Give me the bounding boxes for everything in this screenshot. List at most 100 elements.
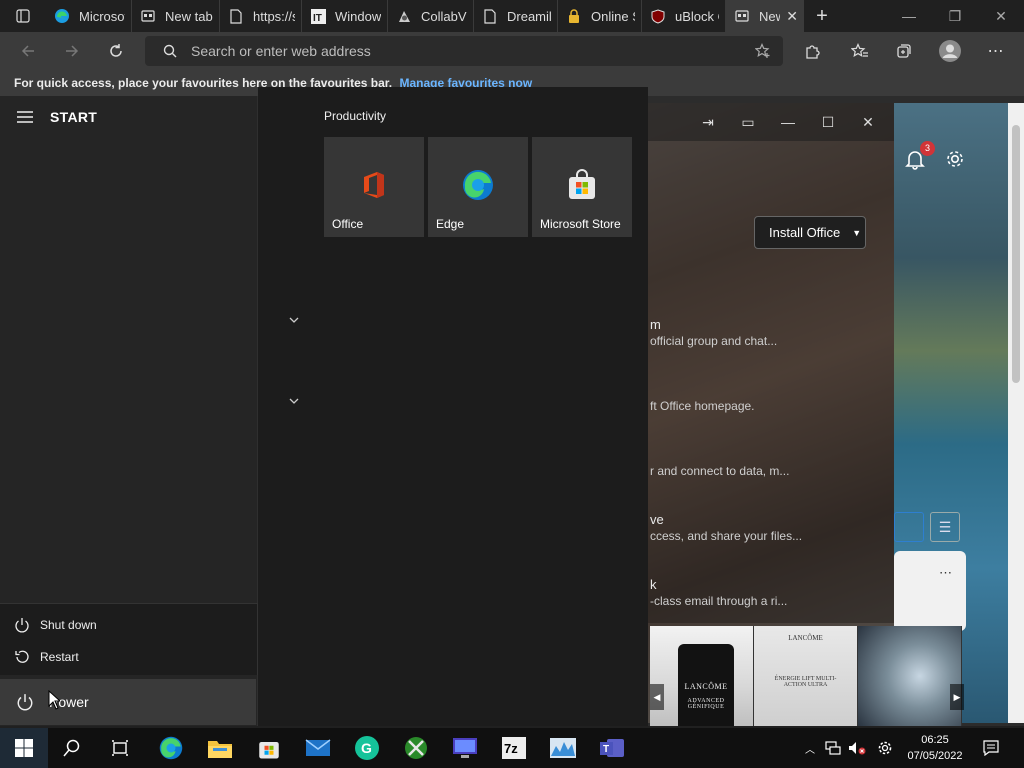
tile-edge[interactable]: Edge — [428, 137, 528, 237]
extensions-button[interactable] — [792, 32, 832, 70]
taskbar-teams[interactable]: T — [588, 728, 636, 768]
list-view-button[interactable]: ☰ — [930, 512, 960, 542]
taskbar-edge[interactable] — [147, 728, 195, 768]
tab-item[interactable]: https://s — [220, 0, 302, 32]
refresh-icon — [110, 44, 122, 57]
power-button[interactable]: Power — [0, 679, 256, 725]
taskbar-search-button[interactable] — [48, 728, 96, 768]
restore-button[interactable]: ❐ — [932, 0, 978, 32]
grid-view-button[interactable] — [894, 512, 924, 542]
new-tab-button[interactable]: + — [804, 0, 840, 32]
taskbar-7zip[interactable]: 7z — [490, 728, 538, 768]
app-title[interactable]: k — [650, 577, 657, 592]
tray-settings-button[interactable] — [874, 728, 896, 768]
forward-button[interactable] — [50, 32, 94, 70]
add-favourite-icon[interactable] — [755, 43, 771, 59]
ad-prev-button[interactable]: ◀ — [650, 684, 664, 710]
advertisement-banner[interactable]: LANCÔME ADVANCED GÉNIFIQUE LANCÔME ÉNERG… — [650, 626, 964, 726]
settings-menu-button[interactable]: ⋯ — [976, 32, 1016, 70]
show-hidden-icons-button[interactable]: ︿ — [800, 728, 820, 768]
network-icon — [825, 741, 841, 755]
restart-option[interactable]: Restart — [14, 643, 79, 671]
tab-item[interactable]: CollabVM — [388, 0, 474, 32]
minimize-button[interactable]: — — [886, 0, 932, 32]
content-card[interactable]: ⋯ — [894, 551, 966, 631]
tab-item-active[interactable]: New ✕ — [726, 0, 804, 32]
volume-muted-icon — [849, 742, 866, 755]
tab-item[interactable]: IT Window — [302, 0, 388, 32]
tab-label: Window — [335, 8, 381, 24]
action-center-button[interactable] — [978, 728, 1004, 768]
taskbar-store[interactable] — [245, 728, 293, 768]
start-button[interactable] — [0, 728, 48, 768]
product-bottle: LANCÔME ADVANCED GÉNIFIQUE — [678, 644, 734, 726]
svg-text:T: T — [603, 744, 609, 755]
tab-item[interactable]: Online S — [558, 0, 642, 32]
office-icon — [364, 172, 384, 198]
tab-item[interactable]: Dreamily — [474, 0, 558, 32]
taskbar-chart-app[interactable] — [539, 728, 587, 768]
tile-microsoft-store[interactable]: Microsoft Store — [532, 137, 632, 237]
tab-item[interactable]: uBlock O — [642, 0, 726, 32]
chevron-down-icon[interactable] — [288, 395, 300, 407]
install-office-button[interactable]: Install Office ▼ — [754, 216, 866, 249]
back-button[interactable] — [6, 32, 50, 70]
power-options-menu: Shut down Restart — [0, 603, 258, 675]
close-window-button[interactable]: ✕ — [978, 0, 1024, 32]
page-scrollbar[interactable] — [1008, 103, 1024, 723]
tile-label: Edge — [436, 217, 465, 231]
collections-button[interactable] — [884, 32, 924, 70]
chevron-up-icon: ︿ — [805, 744, 815, 756]
hamburger-icon[interactable] — [16, 110, 34, 124]
ad-next-button[interactable]: ▶ — [950, 684, 964, 710]
open-panel-icon[interactable]: ⇥ — [688, 114, 728, 131]
tab-label: Online S — [591, 8, 635, 24]
ad-panel[interactable]: LANCÔME ADVANCED GÉNIFIQUE — [650, 626, 754, 726]
taskbar-monitor-app[interactable] — [441, 728, 489, 768]
favourites-button[interactable] — [840, 32, 880, 70]
tab-label: New — [759, 8, 780, 24]
panel-maximize-icon[interactable]: ☐ — [808, 114, 848, 131]
address-bar[interactable]: Search or enter web address — [145, 36, 783, 66]
panel-close-icon[interactable]: ✕ — [848, 114, 888, 131]
tab-label: New tab — [165, 8, 213, 24]
task-view-button[interactable] — [96, 728, 144, 768]
profile-button[interactable] — [930, 32, 970, 70]
volume-button[interactable] — [846, 728, 868, 768]
taskbar-file-explorer[interactable] — [196, 728, 244, 768]
ad-panel[interactable] — [858, 626, 962, 726]
card-more-icon[interactable]: ⋯ — [939, 565, 952, 581]
puzzle-icon — [806, 45, 820, 59]
network-button[interactable] — [822, 728, 844, 768]
tile-label: Microsoft Store — [540, 217, 621, 231]
ad-panel[interactable]: LANCÔME ÉNERGIE LIFT MULTI-ACTION ULTRA — [754, 626, 858, 726]
refresh-button[interactable] — [94, 32, 138, 70]
clock[interactable]: 06:25 07/05/2022 — [902, 732, 968, 764]
panel-minimize-icon[interactable]: — — [768, 114, 808, 130]
ad-product: ÉNERGIE LIFT MULTI-ACTION ULTRA — [774, 676, 837, 688]
shut-down-option[interactable]: Shut down — [14, 611, 97, 639]
tile-group-title[interactable]: Productivity — [324, 109, 386, 123]
tab-label: https://s — [253, 8, 295, 24]
more-icon: ⋯ — [987, 43, 1005, 60]
tile-label: Office — [332, 217, 364, 231]
taskbar-xbox[interactable] — [392, 728, 440, 768]
tab-item[interactable]: Microsof — [46, 0, 132, 32]
taskbar-mail[interactable] — [294, 728, 342, 768]
tab-item[interactable]: New tab — [132, 0, 220, 32]
settings-gear-icon[interactable] — [944, 148, 966, 170]
tab-actions-button[interactable] — [0, 0, 46, 32]
feedback-icon[interactable]: ▭ — [728, 114, 768, 131]
chevron-left-icon: ◀ — [653, 691, 661, 702]
app-desc: r and connect to data, m... — [650, 464, 790, 478]
start-header[interactable]: START — [16, 109, 97, 125]
close-tab-icon[interactable]: ✕ — [780, 8, 798, 25]
chevron-down-icon[interactable] — [288, 314, 300, 326]
app-title[interactable]: ve — [650, 512, 664, 527]
tile-office[interactable]: Office — [324, 137, 424, 237]
tab-label: uBlock O — [675, 8, 719, 24]
taskbar-grammarly[interactable]: G — [343, 728, 391, 768]
scrollbar-thumb[interactable] — [1012, 125, 1020, 383]
start-menu-tiles: Productivity Office Edge Microsoft Store — [258, 87, 648, 726]
app-title[interactable]: m — [650, 317, 661, 332]
